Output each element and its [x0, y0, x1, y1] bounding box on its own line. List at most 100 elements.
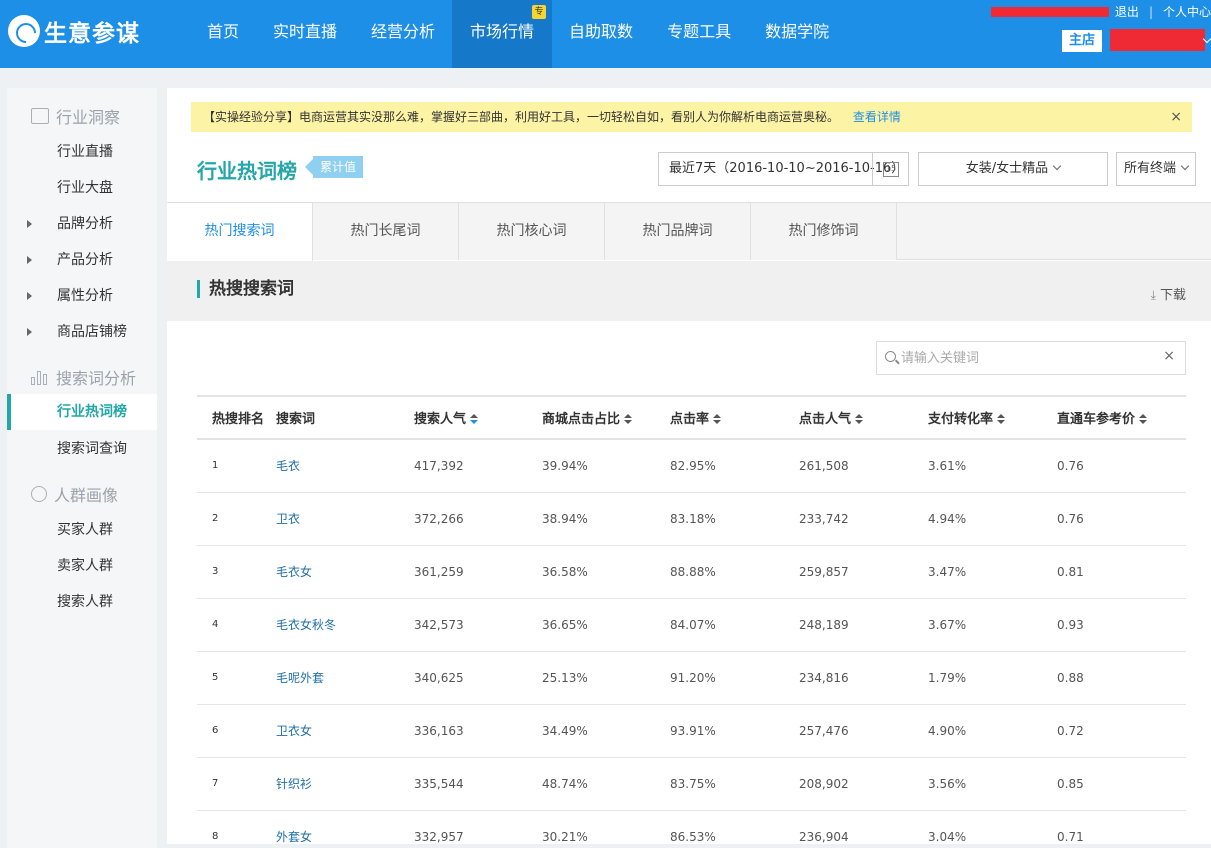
sidebar-item-buyers[interactable]: 买家人群	[7, 512, 157, 548]
cell-ztc-price: 0.76	[1057, 439, 1186, 493]
category-select[interactable]: 女装/女士精品	[918, 152, 1108, 186]
cell-click-popularity: 259,857	[799, 545, 928, 599]
cell-search-popularity: 342,573	[414, 598, 542, 652]
nav-realtime[interactable]: 实时直播	[256, 0, 354, 68]
tab-core[interactable]: 热门核心词	[459, 203, 605, 260]
keyword-link[interactable]: 针织衫	[276, 777, 312, 791]
nav-tools[interactable]: 专题工具	[650, 0, 748, 68]
cell-conversion: 4.90%	[928, 704, 1057, 758]
nav-home[interactable]: 首页	[190, 0, 256, 68]
sidebar-item-product-analysis[interactable]: 产品分析	[7, 242, 157, 278]
sort-icon[interactable]	[855, 414, 864, 425]
chevron-down-icon	[1180, 161, 1190, 171]
sidebar-item-shop-ranking[interactable]: 商品店铺榜	[7, 314, 157, 350]
download-button[interactable]: ⤓ 下载	[1151, 284, 1186, 303]
cell-ztc-price: 0.81	[1057, 545, 1186, 599]
cell-ztc-price: 0.93	[1057, 598, 1186, 652]
col-mall-click-share[interactable]: 商城点击占比	[542, 395, 670, 440]
keyword-link[interactable]: 毛呢外套	[276, 671, 324, 685]
sidebar-item-hot-words[interactable]: 行业热词榜	[7, 394, 157, 430]
cell-keyword: 外套女	[276, 810, 414, 844]
cell-ctr: 83.75%	[670, 757, 799, 811]
keyword-link[interactable]: 外套女	[276, 830, 312, 844]
sort-icon[interactable]	[470, 414, 479, 425]
cell-click-popularity: 257,476	[799, 704, 928, 758]
user-center-link[interactable]: 个人中心	[1163, 3, 1211, 20]
calendar-button[interactable]: 15	[872, 153, 908, 185]
sidebar-item-attribute-analysis[interactable]: 属性分析	[7, 278, 157, 314]
keyword-link[interactable]: 毛衣女秋冬	[276, 618, 336, 632]
cell-conversion: 3.04%	[928, 810, 1057, 844]
sidebar-item-industry-overview[interactable]: 行业大盘	[7, 170, 157, 206]
notice-detail-link[interactable]: 查看详情	[853, 110, 901, 124]
keyword-link[interactable]: 毛衣	[276, 459, 300, 473]
sort-icon[interactable]	[713, 414, 722, 425]
sidebar-item-label: 品牌分析	[57, 216, 113, 232]
cell-rank: 5	[197, 651, 276, 705]
table-row: 8 外套女 332,957 30.21% 86.53% 236,904 3.04% 0.71	[197, 810, 1186, 844]
main-shop-badge: 主店	[1062, 30, 1102, 52]
keyword-link[interactable]: 毛衣女	[276, 565, 312, 579]
bar-chart-icon	[31, 369, 49, 385]
nav-market[interactable]: 市场行情 专	[452, 0, 553, 68]
col-conversion[interactable]: 支付转化率	[928, 395, 1057, 440]
cell-mall-click-share: 36.65%	[542, 598, 670, 652]
search-icon	[885, 351, 896, 362]
tab-modifier[interactable]: 热门修饰词	[751, 203, 897, 260]
cell-ctr: 88.88%	[670, 545, 799, 599]
nav-self-service[interactable]: 自助取数	[552, 0, 650, 68]
cell-ztc-price: 0.72	[1057, 704, 1186, 758]
sort-icon[interactable]	[997, 414, 1006, 425]
keyword-link[interactable]: 卫衣	[276, 512, 300, 526]
chevron-down-icon	[1052, 161, 1062, 171]
sidebar-item-searchers[interactable]: 搜索人群	[7, 584, 157, 620]
terminal-value: 所有终端	[1124, 161, 1177, 176]
search-input[interactable]	[901, 342, 1161, 374]
sort-icon[interactable]	[624, 414, 633, 425]
tab-brand[interactable]: 热门品牌词	[605, 203, 751, 260]
sidebar-item-brand-analysis[interactable]: 品牌分析	[7, 206, 157, 242]
cell-rank: 1	[197, 439, 276, 493]
col-ztc-price[interactable]: 直通车参考价	[1057, 395, 1186, 440]
tab-long-tail[interactable]: 热门长尾词	[313, 203, 459, 260]
sidebar-item-word-query[interactable]: 搜索词查询	[7, 431, 157, 467]
cell-mall-click-share: 30.21%	[542, 810, 670, 844]
date-range-picker[interactable]: 最近7天（2016-10-10~2016-10-16） 15	[658, 152, 909, 186]
nav-business-analysis[interactable]: 经营分析	[354, 0, 452, 68]
sidebar-item-label: 商品店铺榜	[57, 324, 127, 340]
header-label: 搜索人气	[414, 412, 467, 427]
col-search-popularity[interactable]: 搜索人气	[414, 395, 542, 440]
sort-icon[interactable]	[1139, 414, 1148, 425]
terminal-select[interactable]: 所有终端	[1116, 152, 1196, 186]
logout-link[interactable]: 退出	[1115, 3, 1139, 20]
clear-icon[interactable]: ×	[1163, 348, 1175, 364]
cell-mall-click-share: 25.13%	[542, 651, 670, 705]
logo[interactable]: 生意参谋	[8, 14, 140, 48]
close-icon[interactable]: ×	[1170, 102, 1182, 132]
cell-conversion: 3.67%	[928, 598, 1057, 652]
keyword-link[interactable]: 卫衣女	[276, 724, 312, 738]
header-label: 点击人气	[799, 412, 852, 427]
cell-keyword: 毛衣女	[276, 545, 414, 599]
nav-academy[interactable]: 数据学院	[748, 0, 846, 68]
top-bar: 生意参谋 首页 实时直播 经营分析 市场行情 专 自助取数 专题工具 数据学院 …	[0, 0, 1211, 68]
sidebar-item-industry-live[interactable]: 行业直播	[7, 134, 157, 170]
cell-keyword: 卫衣女	[276, 704, 414, 758]
cell-mall-click-share: 39.94%	[542, 439, 670, 493]
table-row: 2 卫衣 372,266 38.94% 83.18% 233,742 4.94% 0.76	[197, 492, 1186, 546]
section-title: 行业洞察	[56, 108, 121, 127]
sidebar-item-sellers[interactable]: 卖家人群	[7, 548, 157, 584]
redacted-shop-name[interactable]	[1110, 29, 1205, 51]
col-click-popularity[interactable]: 点击人气	[799, 395, 928, 440]
cell-search-popularity: 335,544	[414, 757, 542, 811]
col-ctr[interactable]: 点击率	[670, 395, 799, 440]
hot-words-table: 热搜排名 搜索词 搜索人气 商城点击占比 点击率 点击人气 支付转化率 直通车参…	[197, 395, 1186, 844]
notice-banner: 【实操经验分享】电商运营其实没那么难，掌握好三部曲，利用好工具，一切轻松自如，看…	[191, 102, 1192, 132]
main-nav: 首页 实时直播 经营分析 市场行情 专 自助取数 专题工具 数据学院	[190, 0, 846, 68]
sidebar-section-audience: 人群画像	[31, 482, 118, 506]
table-row: 5 毛呢外套 340,625 25.13% 91.20% 234,816 1.79% 0.88	[197, 651, 1186, 705]
section-title: 人群画像	[54, 486, 119, 505]
cell-click-popularity: 233,742	[799, 492, 928, 546]
cumulative-badge: 累计值	[304, 156, 364, 178]
tab-hot-search[interactable]: 热门搜索词	[167, 203, 313, 261]
